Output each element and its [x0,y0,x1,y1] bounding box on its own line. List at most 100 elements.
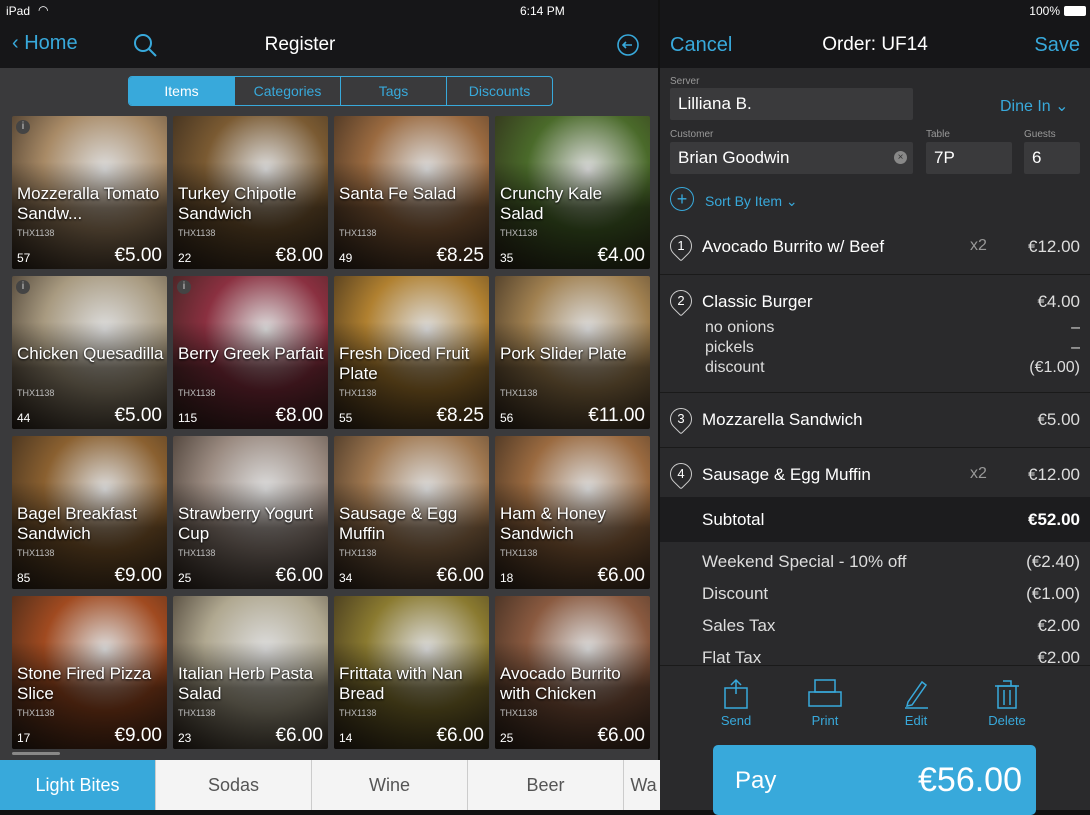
item-name: Mozzeralla Tomato Sandw... [17,184,160,223]
tab-wine[interactable]: Wine [312,760,468,810]
table-field[interactable]: 7P [926,142,1012,174]
item-tile[interactable]: Stone Fired Pizza Slice THX1138 17 €9.00 [12,596,167,749]
item-sku: THX1138 [178,228,216,238]
item-count: 49 [339,251,353,265]
tab-light-bites[interactable]: Light Bites [0,760,156,810]
item-count: 55 [339,411,353,425]
item-tile[interactable]: Turkey Chipotle Sandwich THX1138 22 €8.0… [173,116,328,269]
modifier-amount: – [1071,319,1080,336]
table-label: Table [926,129,950,140]
line-amount: €5.00 [1037,410,1080,429]
order-nav: Cancel Order: UF14 Save [660,22,1090,68]
segment-discounts[interactable]: Discounts [447,77,552,105]
item-name: Strawberry Yogurt Cup [178,504,314,543]
item-price: €8.00 [275,405,323,426]
sort-dropdown[interactable]: Sort By Item ⌄ [705,193,798,210]
info-icon[interactable]: i [16,120,30,134]
item-count: 115 [178,411,198,425]
item-tile[interactable]: Santa Fe Salad THX1138 49 €8.25 [334,116,489,269]
info-icon[interactable]: i [177,280,191,294]
item-name: Stone Fired Pizza Slice [17,664,152,703]
item-tile[interactable]: i Chicken Quesadilla THX1138 44 €5.00 [12,276,167,429]
seat-number-icon: 3 [665,403,697,435]
item-price: €5.00 [114,245,162,266]
page-title: Register [264,34,336,55]
register-panel: iPad ◠ 6:14 PM ‹ Home Register Items Cat… [0,0,664,810]
item-count: 14 [339,731,353,745]
logout-icon[interactable] [616,33,640,57]
tab-beer[interactable]: Beer [468,760,624,810]
item-tile[interactable]: Italian Herb Pasta Salad THX1138 23 €6.0… [173,596,328,749]
battery-label: 100% [1029,4,1060,18]
segment-tags[interactable]: Tags [341,77,447,105]
order-line[interactable]: 2 Classic Burger €4.00 no onions – pickels… [660,277,1090,393]
status-bar-right: 100% [660,0,1090,22]
item-sku: THX1138 [178,548,216,558]
edit-button[interactable]: Edit [886,678,946,728]
server-field[interactable]: Lilliana B. [670,88,913,120]
wifi-icon: ◠ [38,3,49,17]
item-sku: THX1138 [500,708,538,718]
tab-water[interactable]: Wa [624,760,664,810]
order-line[interactable]: 1 Avocado Burrito w/ Beef x2 €12.00 [660,222,1090,275]
save-button[interactable]: Save [1034,34,1080,57]
chevron-down-icon: ⌄ [785,193,798,209]
segment-categories[interactable]: Categories [235,77,341,105]
item-name: Bagel Breakfast Sandwich [17,504,138,543]
guests-field[interactable]: 6 [1024,142,1080,174]
item-tile[interactable]: Crunchy Kale Salad THX1138 35 €4.00 [495,116,650,269]
item-tile[interactable]: Fresh Diced Fruit Plate THX1138 55 €8.25 [334,276,489,429]
modifier-amount: – [1071,339,1080,356]
dining-option-dropdown[interactable]: Dine In ⌄ [1000,96,1069,116]
print-button[interactable]: Print [795,678,855,728]
tab-sodas[interactable]: Sodas [156,760,312,810]
item-name: Turkey Chipotle Sandwich [178,184,297,223]
scrollbar[interactable] [12,752,60,755]
guests-label: Guests [1024,129,1056,140]
order-line[interactable]: 3 Mozzarella Sandwich €5.00 [660,395,1090,448]
item-price: €6.00 [275,725,323,746]
clear-icon[interactable]: × [894,151,907,164]
item-price: €9.00 [114,565,162,586]
order-line[interactable]: 4 Sausage & Egg Muffin x2 €12.00 [660,450,1090,503]
item-price: €6.00 [597,565,645,586]
delete-button[interactable]: Delete [977,678,1037,728]
item-tile[interactable]: Ham & Honey Sandwich THX1138 18 €6.00 [495,436,650,589]
modifier-amount: (€1.00) [1029,359,1080,376]
item-count: 44 [17,411,31,425]
item-tile[interactable]: Strawberry Yogurt Cup THX1138 25 €6.00 [173,436,328,589]
server-label: Server [670,76,700,87]
item-tile[interactable]: i Berry Greek Parfait THX1138 115 €8.00 [173,276,328,429]
send-button[interactable]: Send [706,678,766,728]
segment-items[interactable]: Items [129,77,235,105]
item-tile[interactable]: i Mozzeralla Tomato Sandw... THX1138 57 … [12,116,167,269]
item-sku: THX1138 [178,388,216,398]
item-name: Berry Greek Parfait [178,344,324,363]
info-icon[interactable]: i [16,280,30,294]
item-price: €8.00 [275,245,323,266]
line-name: Mozzarella Sandwich [702,410,863,429]
modifier-name: pickels [705,339,754,356]
line-name: Sausage & Egg Muffin [702,465,871,484]
item-tile[interactable]: Bagel Breakfast Sandwich THX1138 85 €9.0… [12,436,167,589]
item-name: Crunchy Kale Salad [500,184,603,223]
item-tile[interactable]: Pork Slider Plate THX1138 56 €11.00 [495,276,650,429]
segmented-control: Items Categories Tags Discounts [128,76,553,106]
item-tile[interactable]: Frittata with Nan Bread THX1138 14 €6.00 [334,596,489,749]
line-name: Avocado Burrito w/ Beef [702,237,885,256]
pay-button[interactable]: Pay €56.00 [713,745,1036,815]
item-name: Fresh Diced Fruit Plate [339,344,470,383]
item-tile[interactable]: Sausage & Egg Muffin THX1138 34 €6.00 [334,436,489,589]
item-sku: THX1138 [339,228,377,238]
add-item-icon[interactable]: + [670,187,694,211]
status-bar: iPad ◠ 6:14 PM [0,0,658,22]
item-count: 35 [500,251,514,265]
order-panel: 100% Cancel Order: UF14 Save Server Lill… [660,0,1090,815]
item-price: €6.00 [436,725,484,746]
item-sku: THX1138 [500,548,538,558]
customer-field[interactable]: Brian Goodwin × [670,142,913,174]
order-title: Order: UF14 [822,34,928,55]
item-tile[interactable]: Avocado Burrito with Chicken THX1138 25 … [495,596,650,749]
modifier-name: no onions [705,319,775,336]
line-amount: €12.00 [1028,237,1080,256]
